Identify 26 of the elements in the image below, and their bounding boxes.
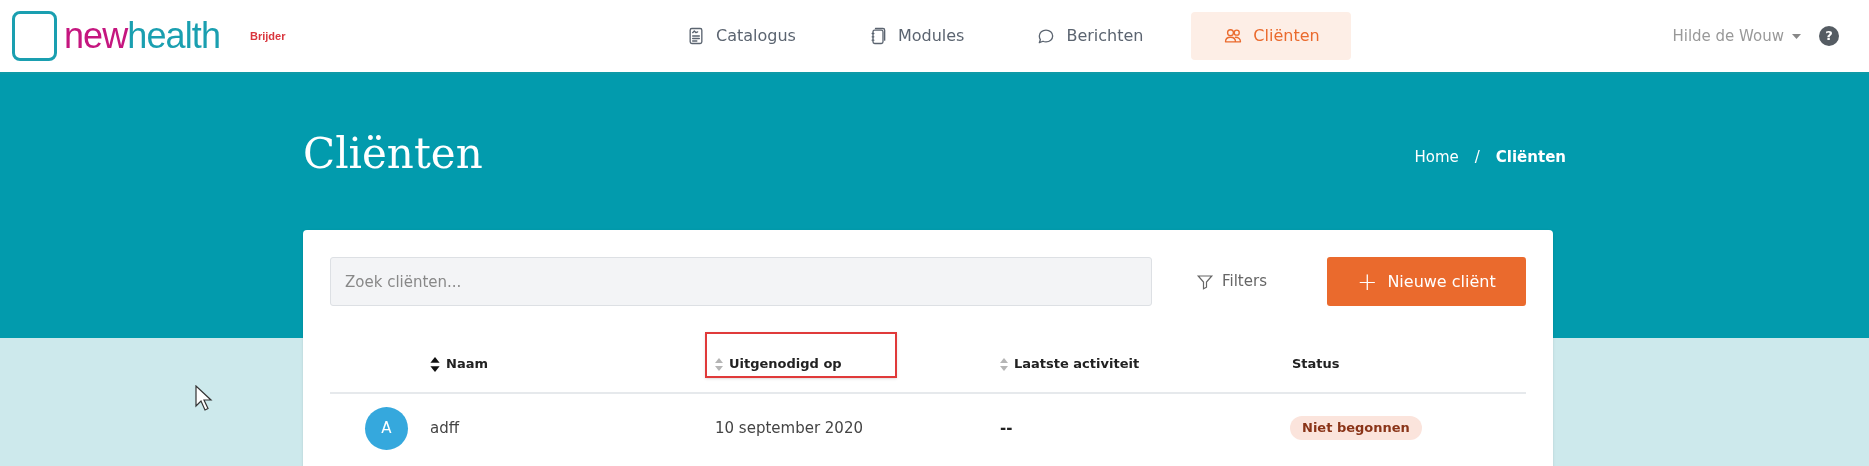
breadcrumb-item[interactable]: Home bbox=[1414, 146, 1459, 169]
cursor-icon bbox=[195, 385, 213, 411]
column-header[interactable]: Status bbox=[1290, 354, 1340, 374]
breadcrumb-separator: / bbox=[1474, 147, 1480, 168]
caret-icon bbox=[1792, 33, 1801, 39]
column-header[interactable]: Naam bbox=[430, 354, 488, 374]
column-header[interactable]: Uitgenodigd op bbox=[715, 354, 842, 374]
new-client-button[interactable]: + Nieuwe cliënt bbox=[1327, 257, 1526, 306]
users-icon bbox=[1223, 26, 1244, 46]
breadcrumb-item: Cliënten bbox=[1495, 147, 1566, 168]
nav-tab[interactable]: Catalogus bbox=[662, 12, 820, 60]
nav-tab[interactable]: Berichten bbox=[1012, 12, 1168, 60]
table-cell-text: 10 september 2020 bbox=[715, 417, 864, 439]
search-field[interactable]: Zoek cliënten... bbox=[330, 257, 1152, 306]
avatar: A bbox=[365, 406, 408, 450]
filter-icon bbox=[1196, 272, 1214, 291]
column-header[interactable]: Laatste activiteit bbox=[1000, 354, 1140, 374]
page-title: Cliënten bbox=[303, 128, 483, 180]
partner-logo: Brijder bbox=[250, 28, 286, 44]
status-badge: Niet begonnen bbox=[1290, 416, 1422, 440]
table-cell-text: adff bbox=[430, 417, 461, 439]
help-button[interactable]: ? bbox=[1819, 26, 1839, 46]
nav-tab[interactable]: Modules bbox=[843, 12, 989, 60]
logo[interactable]: newhealth bbox=[12, 11, 221, 61]
filters-button[interactable]: Filters bbox=[1196, 270, 1267, 293]
table-cell-text: -- bbox=[1000, 417, 1014, 439]
